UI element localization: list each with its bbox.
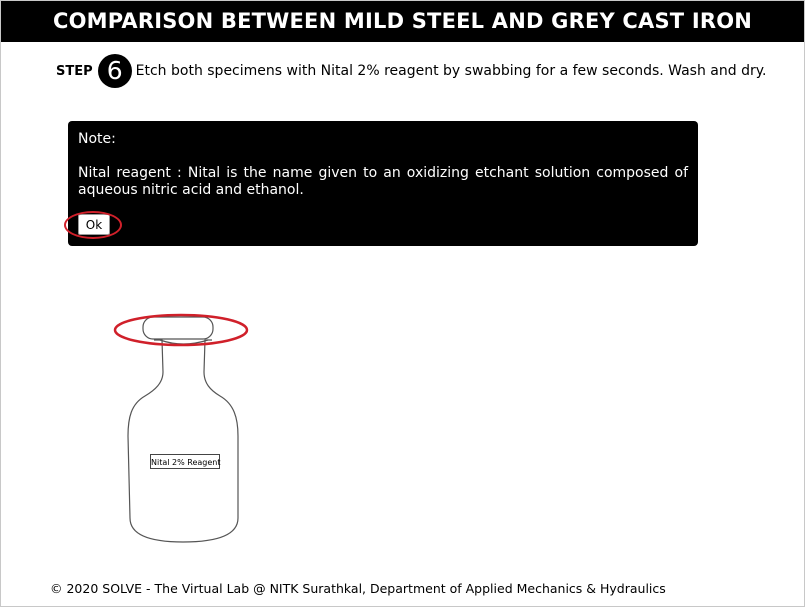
bottle-stopper: [142, 316, 214, 340]
step-text: Etch both specimens with Nital 2% reagen…: [135, 63, 767, 79]
nital-reagent-bottle[interactable]: [108, 308, 258, 548]
note-title: Note:: [78, 131, 116, 147]
step-instruction: STEP 6 Etch both specimens with Nital 2%…: [56, 54, 767, 88]
bottle-label: Nital 2% Reagent: [150, 454, 220, 469]
step-label: STEP: [56, 63, 93, 79]
note-body: Nital reagent : Nital is the name given …: [78, 165, 688, 198]
footer-copyright: © 2020 SOLVE - The Virtual Lab @ NITK Su…: [50, 581, 666, 596]
page-title: COMPARISON BETWEEN MILD STEEL AND GREY C…: [1, 1, 804, 42]
bottle-body: [127, 339, 239, 543]
ok-button[interactable]: Ok: [78, 214, 110, 235]
step-number-badge: 6: [97, 54, 132, 88]
note-popup: Note: Nital reagent : Nital is the name …: [68, 121, 698, 246]
